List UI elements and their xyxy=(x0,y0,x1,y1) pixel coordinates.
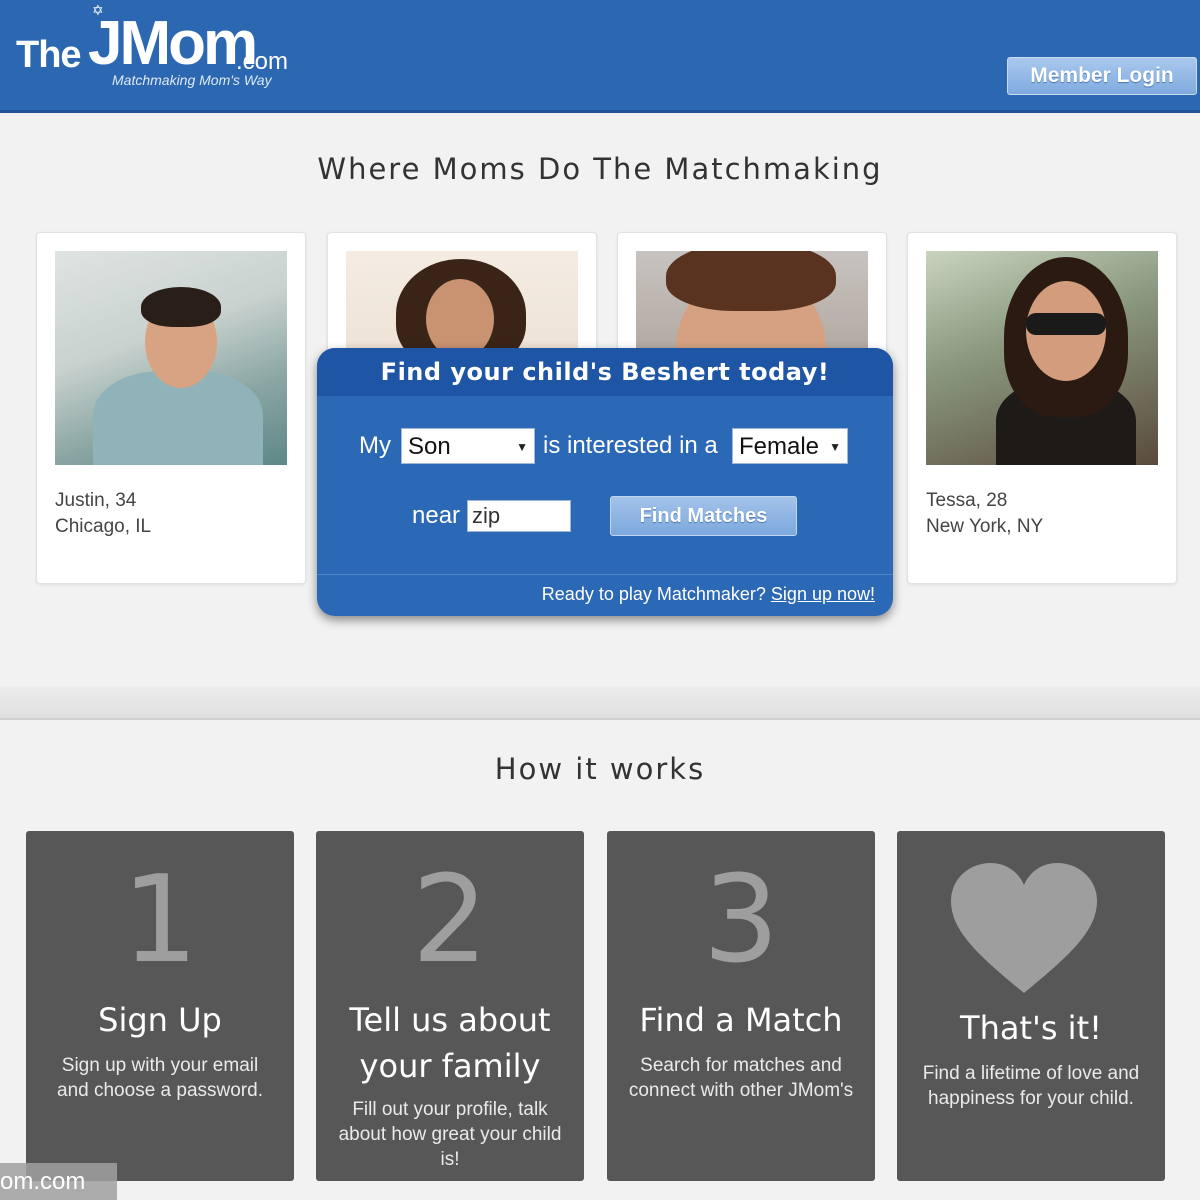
step-number: 1 xyxy=(121,851,199,990)
gender-select[interactable]: Female ▼ xyxy=(732,428,848,464)
hero-title: Where Moms Do The Matchmaking xyxy=(317,152,883,186)
heart-icon xyxy=(951,863,1097,993)
step-card-3: 3 Find a Match Search for matches and co… xyxy=(607,831,875,1181)
chevron-down-icon: ▼ xyxy=(829,440,841,454)
child-select[interactable]: Son ▼ xyxy=(401,428,535,464)
logo-jmom: JMom xyxy=(88,9,258,78)
step-description: Search for matches and connect with othe… xyxy=(628,1055,854,1101)
profile-name: Justin, 34 Chicago, IL xyxy=(55,490,152,537)
near-label: near xyxy=(412,502,461,529)
profile-photo xyxy=(926,251,1158,465)
watermark: om.com xyxy=(0,1163,117,1200)
member-login-button[interactable]: Member Login xyxy=(1007,57,1197,95)
signup-link[interactable]: Sign up now! xyxy=(771,584,875,604)
my-label: My xyxy=(359,432,391,459)
search-heading: Find your child's Beshert today! xyxy=(317,348,893,396)
step-title: Sign Up xyxy=(98,1001,222,1039)
search-divider xyxy=(317,574,893,575)
step-title-line2: your family xyxy=(359,1047,541,1085)
step-card-4: That's it! Find a lifetime of love and h… xyxy=(897,831,1165,1181)
step-card-2: 2 Tell us about your family Fill out you… xyxy=(316,831,584,1181)
step-description: Find a lifetime of love and happiness fo… xyxy=(922,1063,1140,1109)
gender-select-value: Female xyxy=(739,433,820,460)
step-description: Fill out your profile, talk about how gr… xyxy=(338,1099,562,1170)
step-number: 3 xyxy=(702,851,780,990)
search-row-interest: My Son ▼ is interested in a Female ▼ xyxy=(317,428,893,464)
step-title: Tell us about xyxy=(349,1001,551,1039)
step-title: Find a Match xyxy=(639,1001,843,1039)
step-number: 2 xyxy=(411,851,489,990)
how-it-works-title: How it works xyxy=(494,752,706,786)
logo-tagline: Matchmaking Mom's Way xyxy=(112,72,272,88)
logo-the: The xyxy=(16,34,82,76)
step-title: That's it! xyxy=(960,1009,1102,1047)
chevron-down-icon: ▼ xyxy=(516,440,528,454)
zip-input[interactable]: zip xyxy=(467,500,571,532)
site-header: ✡ The JMom .com Matchmaking Mom's Way Me… xyxy=(0,0,1200,113)
signup-prompt: Ready to play Matchmaker? Sign up now! xyxy=(542,584,875,605)
signup-prompt-text: Ready to play Matchmaker? xyxy=(541,584,766,604)
step-card-1: 1 Sign Up Sign up with your email and ch… xyxy=(26,831,294,1181)
match-search-panel: Find your child's Beshert today! My Son … xyxy=(317,348,893,616)
find-matches-button[interactable]: Find Matches xyxy=(610,496,797,536)
profile-name: Tessa, 28 New York, NY xyxy=(926,490,1044,537)
child-select-value: Son xyxy=(408,433,451,460)
profile-card[interactable]: Tessa, 28 New York, NY xyxy=(907,232,1177,584)
interested-label: is interested in a xyxy=(543,432,718,459)
step-description: Sign up with your email and choose a pas… xyxy=(57,1055,263,1101)
profile-card[interactable]: Justin, 34 Chicago, IL xyxy=(36,232,306,584)
profile-photo xyxy=(55,251,287,465)
section-divider xyxy=(0,686,1200,720)
site-logo[interactable]: ✡ The JMom .com Matchmaking Mom's Way xyxy=(14,2,314,102)
